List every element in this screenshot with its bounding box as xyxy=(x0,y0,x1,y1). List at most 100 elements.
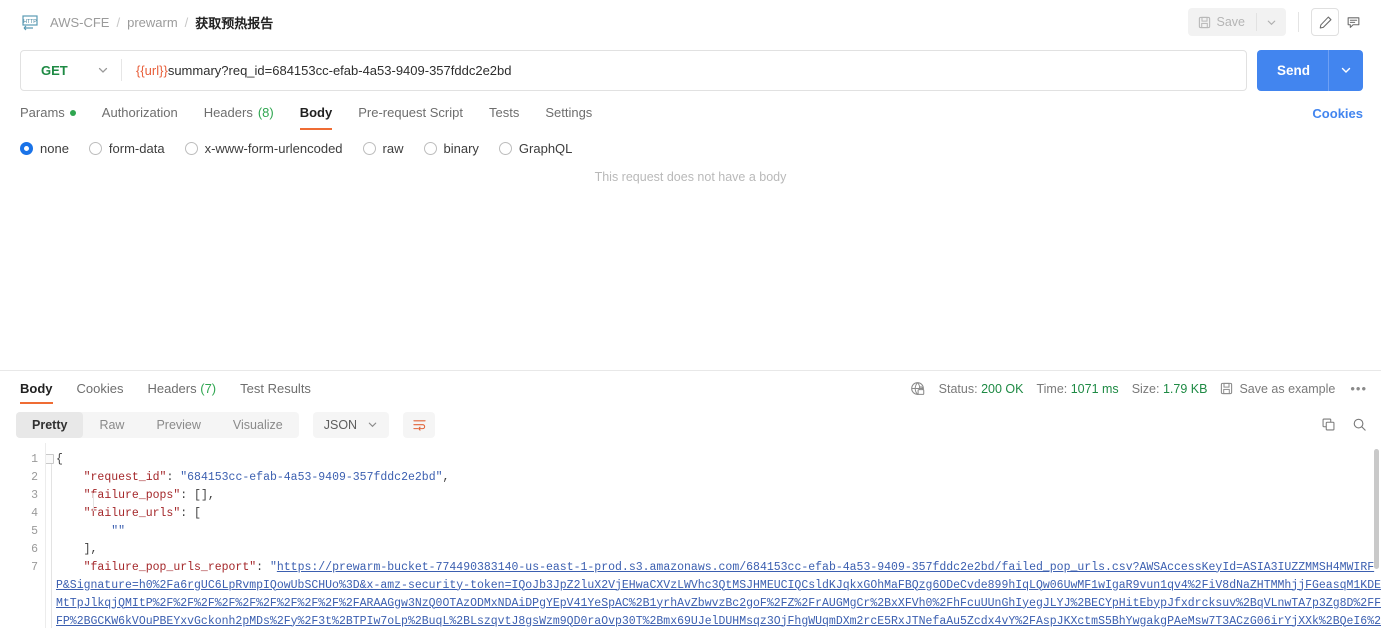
send-button-group[interactable]: Send xyxy=(1256,49,1363,91)
tab-headers[interactable]: Headers (8) xyxy=(204,96,274,130)
chevron-down-icon xyxy=(368,422,377,428)
breadcrumb-separator: / xyxy=(184,14,189,30)
postman-request-window: HTTP AWS-CFE / prewarm / 获取预热报告 Save GET… xyxy=(0,0,1381,628)
json-value: "684153cc-efab-4a53-9409-357fddc2e2bd" xyxy=(180,470,443,484)
response-body-viewer[interactable]: 1 2 3 4 5 6 7 8 9 10 11 12 { "request_i xyxy=(0,442,1381,628)
body-type-form-data-label: form-data xyxy=(108,140,165,156)
url-input[interactable]: {{url}}summary?req_id=684153cc-efab-4a53… xyxy=(122,63,1246,78)
send-button[interactable]: Send xyxy=(1257,50,1328,91)
line-number: 2 xyxy=(31,470,38,484)
request-header-bar: HTTP AWS-CFE / prewarm / 获取预热报告 Save xyxy=(0,0,1381,44)
body-type-urlencoded[interactable]: x-www-form-urlencoded xyxy=(184,140,343,156)
line-number: 6 xyxy=(31,542,38,556)
save-icon xyxy=(1198,16,1211,29)
svg-text:HTTP: HTTP xyxy=(23,19,37,25)
body-type-binary[interactable]: binary xyxy=(423,141,479,156)
size-info: Size: 1.79 KB xyxy=(1132,382,1208,396)
view-mode-preview[interactable]: Preview xyxy=(140,412,216,438)
viewer-right-actions xyxy=(1321,417,1367,432)
size-value: 1.79 KB xyxy=(1162,381,1208,396)
comments-button[interactable] xyxy=(1339,8,1367,36)
view-mode-group: Pretty Raw Preview Visualize xyxy=(16,411,299,438)
method-selector[interactable]: GET xyxy=(21,51,121,90)
response-meta: Status: 200 OK Time: 1071 ms Size: 1.79 … xyxy=(910,381,1367,397)
json-key: "failure_urls" xyxy=(83,506,181,520)
http-protocol-icon: HTTP xyxy=(20,12,40,32)
json-content[interactable]: { "request_id": "684153cc-efab-4a53-9409… xyxy=(46,443,1381,628)
body-type-none-label: none xyxy=(40,140,69,156)
body-type-graphql[interactable]: GraphQL xyxy=(498,140,573,156)
json-comma: , xyxy=(442,470,450,484)
vertical-scrollbar[interactable] xyxy=(1374,448,1379,569)
fold-toggle-root[interactable] xyxy=(46,453,54,464)
radio-urlencoded-icon xyxy=(184,141,198,155)
tab-params[interactable]: Params xyxy=(20,96,76,130)
radio-binary-icon xyxy=(423,141,437,155)
tab-settings[interactable]: Settings xyxy=(545,96,592,130)
line-number: 5 xyxy=(31,524,38,538)
response-tab-headers-count: (7) xyxy=(200,380,217,396)
tab-body[interactable]: Body xyxy=(299,96,332,130)
chevron-down-icon xyxy=(98,67,108,73)
tab-authorization-label: Authorization xyxy=(101,105,178,120)
save-label: Save xyxy=(1216,15,1246,29)
indent-guide xyxy=(93,492,94,511)
url-path: summary?req_id=684153cc-efab-4a53-9409-3… xyxy=(167,62,512,78)
body-type-raw[interactable]: raw xyxy=(362,141,404,156)
tab-tests[interactable]: Tests xyxy=(489,96,519,130)
wrap-lines-button[interactable] xyxy=(403,411,436,438)
edit-request-button[interactable] xyxy=(1311,8,1339,36)
json-line-6: ], xyxy=(56,541,1381,559)
json-code-area: 1 2 3 4 5 6 7 8 9 10 11 12 { "request_i xyxy=(0,442,1381,628)
tab-headers-count: (8) xyxy=(257,105,274,120)
radio-graphql-icon xyxy=(498,141,512,155)
header-divider xyxy=(1298,12,1299,32)
json-line-2: "request_id": "684153cc-efab-4a53-9409-3… xyxy=(83,470,450,484)
view-mode-raw[interactable]: Raw xyxy=(83,412,140,438)
time-label: Time: xyxy=(1036,381,1068,396)
copy-response-button[interactable] xyxy=(1321,417,1336,432)
json-value: "" xyxy=(111,524,126,538)
cookies-link[interactable]: Cookies xyxy=(1312,106,1363,121)
save-example-icon xyxy=(1220,382,1233,395)
response-viewer-toolbar: Pretty Raw Preview Visualize JSON xyxy=(0,407,1381,443)
tab-settings-label: Settings xyxy=(545,105,593,120)
breadcrumb-item-folder[interactable]: prewarm xyxy=(127,15,178,30)
response-header-bar: Body Cookies Headers (7) Test Results St… xyxy=(0,371,1381,407)
send-dropdown-button[interactable] xyxy=(1329,50,1363,91)
body-type-form-data[interactable]: form-data xyxy=(88,140,165,156)
save-dropdown-button[interactable] xyxy=(1257,8,1286,36)
json-open-brace: { xyxy=(56,452,63,466)
line-number: 7 xyxy=(31,560,38,574)
view-mode-pretty[interactable]: Pretty xyxy=(16,411,84,438)
response-tab-cookies[interactable]: Cookies xyxy=(77,371,124,407)
radio-form-data-icon xyxy=(88,141,102,155)
json-line-7: "failure_pop_urls_report": "https://prew… xyxy=(56,559,1381,628)
body-type-none[interactable]: none xyxy=(20,141,69,156)
breadcrumb-item-collection[interactable]: AWS-CFE xyxy=(50,15,109,30)
line-number: 1 xyxy=(31,452,38,466)
tab-pre-request-script[interactable]: Pre-request Script xyxy=(358,96,463,130)
json-array-open: [ xyxy=(194,506,201,520)
response-tab-headers[interactable]: Headers (7) xyxy=(147,371,216,407)
format-selector[interactable]: JSON xyxy=(312,411,390,438)
save-as-example-label: Save as example xyxy=(1239,381,1336,396)
response-more-options-button[interactable]: ••• xyxy=(1348,381,1367,396)
json-value: [] xyxy=(194,488,208,502)
save-button-group[interactable]: Save xyxy=(1187,8,1286,36)
network-info-icon[interactable] xyxy=(910,381,926,397)
status-label: Status: xyxy=(938,381,978,396)
tab-authorization[interactable]: Authorization xyxy=(102,96,178,130)
body-type-urlencoded-label: x-www-form-urlencoded xyxy=(204,140,343,156)
response-tab-body[interactable]: Body xyxy=(20,371,53,407)
response-tab-test-results[interactable]: Test Results xyxy=(240,371,311,407)
save-button[interactable]: Save xyxy=(1188,8,1257,36)
search-response-button[interactable] xyxy=(1352,417,1367,432)
save-as-example-button[interactable]: Save as example xyxy=(1220,382,1335,396)
radio-none-icon xyxy=(20,141,33,155)
view-mode-visualize[interactable]: Visualize xyxy=(217,412,299,438)
body-type-graphql-label: GraphQL xyxy=(518,140,573,156)
params-modified-dot-icon xyxy=(69,110,76,116)
indent-guide xyxy=(51,456,52,628)
size-label: Size: xyxy=(1131,381,1160,396)
